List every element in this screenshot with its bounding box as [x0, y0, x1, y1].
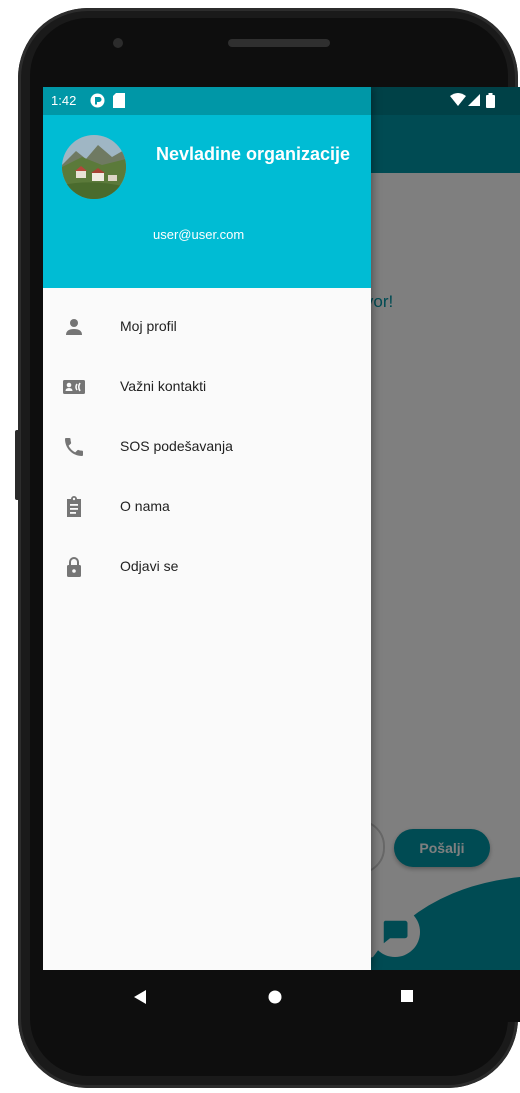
user-email: user@user.com	[153, 227, 245, 242]
status-time: 1:42	[51, 93, 77, 108]
sync-icon	[90, 93, 105, 108]
menu-item-label: Moj profil	[120, 318, 177, 334]
navigation-drawer: 1:42 Nevladine organizacije user@user.co…	[43, 87, 371, 970]
earpiece-speaker	[228, 39, 330, 47]
home-icon[interactable]	[268, 990, 282, 1004]
signal-icon	[468, 94, 480, 106]
clipboard-icon	[67, 496, 81, 517]
battery-icon	[486, 93, 495, 108]
wifi-icon	[450, 93, 466, 106]
menu-item-logout[interactable]: Odjavi se	[43, 537, 371, 597]
sd-card-icon	[113, 93, 125, 108]
device-screen: govor! Pošalji 1:42	[43, 87, 520, 970]
back-icon[interactable]	[134, 990, 148, 1004]
drawer-status-bar: 1:42	[43, 87, 371, 115]
contact-card-icon	[63, 380, 85, 394]
menu-item-label: Odjavi se	[120, 558, 179, 574]
drawer-menu: Moj profil Važni kontakti SOS podešavanj…	[43, 297, 371, 597]
lock-icon	[67, 557, 81, 577]
mountain-village-photo	[62, 135, 126, 199]
menu-item-contacts[interactable]: Važni kontakti	[43, 357, 371, 417]
avatar	[62, 135, 126, 199]
menu-item-profile[interactable]: Moj profil	[43, 297, 371, 357]
menu-item-label: SOS podešavanja	[120, 438, 233, 454]
power-button	[15, 430, 20, 500]
organization-name: Nevladine organizacije	[156, 144, 351, 164]
person-icon	[66, 319, 82, 335]
recents-icon[interactable]	[401, 990, 413, 1002]
menu-item-sos-settings[interactable]: SOS podešavanja	[43, 417, 371, 477]
drawer-header: 1:42 Nevladine organizacije user@user.co…	[43, 87, 371, 288]
phone-icon	[65, 438, 83, 456]
front-camera	[113, 38, 123, 48]
system-navigation-bar	[43, 970, 520, 1022]
menu-item-about[interactable]: O nama	[43, 477, 371, 537]
menu-item-label: O nama	[120, 498, 170, 514]
menu-item-label: Važni kontakti	[120, 378, 207, 394]
